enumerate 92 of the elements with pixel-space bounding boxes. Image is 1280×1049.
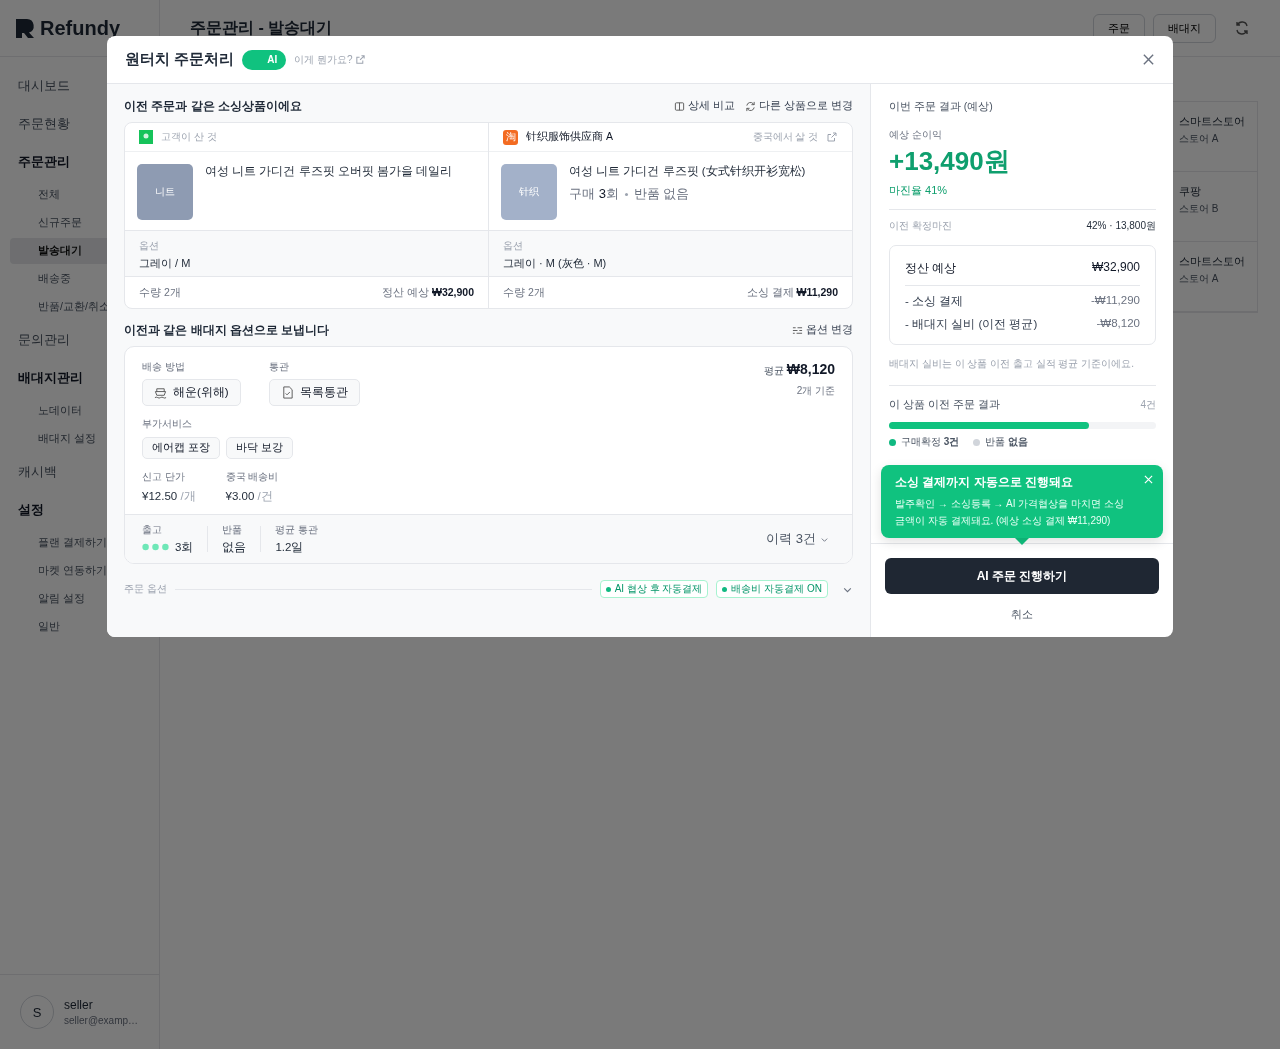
tooltip-title: 소싱 결제까지 자동으로 진행돼요 <box>895 474 1074 491</box>
store-icon <box>139 130 153 144</box>
external-link-icon[interactable] <box>826 131 838 143</box>
breakdown-label: - 배대지 실비 (이전 평균) <box>905 317 1038 332</box>
option-change-link[interactable]: 옵션 변경 <box>792 323 853 337</box>
breakdown-label: 정산 예상 <box>905 260 957 277</box>
shipping-method-button[interactable]: 해운(위해) <box>142 379 241 406</box>
customs-button[interactable]: 목록통관 <box>268 379 360 406</box>
action-link[interactable]: 상세 비교 <box>674 99 736 113</box>
ai-order-button[interactable]: AI 주문 진행하기 <box>885 558 1159 594</box>
order-options-label: 주문 옵션 <box>124 582 167 596</box>
profit-label: 예상 순이익 <box>889 128 943 142</box>
previous-margin-label: 이전 확정마진 <box>889 219 952 233</box>
store-name: 스토어 A <box>1179 272 1219 286</box>
separator-dot <box>624 192 628 196</box>
market-name: 쿠팡 <box>1179 184 1201 199</box>
average-cost: 평균 ₩8,120 <box>763 361 835 378</box>
option-label: 옵션 <box>503 239 524 253</box>
option-value: 그레이 · M (灰色 · M) <box>503 256 608 271</box>
option-tag: AI 협상 후 자동결제 <box>599 580 709 598</box>
market-name: 스마트스토어 <box>1179 114 1245 129</box>
logo-icon <box>14 17 36 39</box>
sliders-icon <box>792 324 804 336</box>
taobao-badge: 淘 <box>503 129 518 145</box>
user-email: seller@examp… <box>64 1015 139 1026</box>
product-name: 여성 니트 가디건 루즈핏 오버핏 봄가을 데일리 <box>205 164 453 179</box>
close-icon[interactable] <box>1142 53 1155 66</box>
cancel-button[interactable]: 취소 <box>1005 606 1039 623</box>
legend-label: 반품 없음 <box>985 435 1029 449</box>
logo-text: Refundy <box>40 16 120 40</box>
amount: 정산 예상 ₩32,900 <box>382 285 474 300</box>
market-name: 스마트스토어 <box>1179 254 1245 269</box>
section-title: 이전 주문과 같은 소싱상품이에요 <box>124 97 302 115</box>
action-link[interactable]: 다른 상품으로 변경 <box>745 99 853 113</box>
field-label: 통관 <box>268 361 290 374</box>
stat-value: 3회 <box>175 539 194 555</box>
breakdown-value: -₩11,290 <box>1091 294 1140 308</box>
column-note: 중국에서 살 것 <box>752 130 818 144</box>
legend-label: 구매확정 3건 <box>901 435 960 449</box>
tooltip-text: 발주확인 → 소싱등록 → AI 가격협상을 마치면 소싱 금액이 자동 결제돼요. (예상 소싱 결제 ₩11,290) <box>895 497 1125 528</box>
margin-rate: 마진율 41% <box>889 183 949 198</box>
store-name: 스토어 A <box>1179 132 1219 146</box>
field-label: 신고 단가 <box>142 471 186 484</box>
page-title: 주문관리 - 발송대기 <box>190 17 333 38</box>
column-header: 고객이 산 것 <box>161 130 217 144</box>
field-label: 부가서비스 <box>142 418 193 431</box>
stat-label: 반품 <box>222 523 244 537</box>
product-thumbnail: 针织 <box>501 164 557 220</box>
service-tag: 에어캡 포장 <box>142 437 220 459</box>
stat-label: 출고 <box>142 523 163 537</box>
profit-value: +13,490원 <box>889 145 1011 178</box>
service-tag: 바닥 보강 <box>225 437 293 459</box>
filter-button[interactable]: 배대지 <box>1153 13 1216 43</box>
shipment-dots-icon <box>142 543 169 551</box>
breakdown-value: -₩8,120 <box>1096 317 1140 331</box>
section-title: 이전과 같은 배대지 옵션으로 보냅니다 <box>124 321 330 339</box>
swap-icon <box>745 100 757 112</box>
breakdown-value: ₩32,900 <box>1091 260 1140 276</box>
column-header: 针织服饰供应商 A <box>526 130 613 144</box>
columns-icon <box>674 100 686 112</box>
ai-toggle[interactable]: AI <box>242 49 287 70</box>
store-name: 스토어 B <box>1179 202 1219 216</box>
product-meta: 반품 없음 <box>633 185 690 203</box>
breakdown-label: - 소싱 결제 <box>905 294 964 309</box>
stat-value: 없음 <box>222 539 247 555</box>
option-tag: 배송비 자동결제 ON <box>716 580 828 598</box>
previous-margin-value: 42% · 13,800원 <box>1086 219 1156 233</box>
product-name: 여성 니트 가디건 루즈핏 (女式针织开衫宽松) <box>569 164 806 179</box>
quantity: 수량 2개 <box>139 285 181 300</box>
average-note: 2개 기준 <box>796 384 835 398</box>
ship-icon <box>154 386 167 399</box>
result-title: 이번 주문 결과 (예상) <box>889 100 994 114</box>
field-label: 중국 배송비 <box>225 471 279 484</box>
quantity: 수량 2개 <box>503 285 545 300</box>
modal-title: 원터치 주문처리 <box>125 50 235 69</box>
stat-value: 1.2일 <box>275 539 304 555</box>
product-meta: 구매 3회 <box>569 185 619 203</box>
history-toggle[interactable]: 이력 3건 <box>760 529 835 549</box>
document-check-icon <box>280 386 294 399</box>
field-label: 배송 방법 <box>142 361 186 374</box>
history-title: 이 상품 이전 주문 결과 <box>889 398 1000 412</box>
fee-value: ¥12.50 /개 <box>142 489 196 504</box>
note-text: 배대지 실비는 이 상품 이전 출고 실적 평균 기준이에요. <box>889 357 1156 386</box>
amount: 소싱 결제 ₩11,290 <box>746 285 838 300</box>
product-thumbnail: 니트 <box>137 164 193 220</box>
help-link[interactable]: 이게 뭔가요? <box>294 52 366 67</box>
history-count: 4건 <box>1140 398 1156 412</box>
refresh-icon[interactable] <box>1234 20 1250 36</box>
stat-label: 평균 통관 <box>275 523 319 537</box>
fee-value: ¥3.00 /건 <box>225 489 274 504</box>
external-link-icon <box>354 54 366 65</box>
user-name: seller <box>64 998 94 1012</box>
